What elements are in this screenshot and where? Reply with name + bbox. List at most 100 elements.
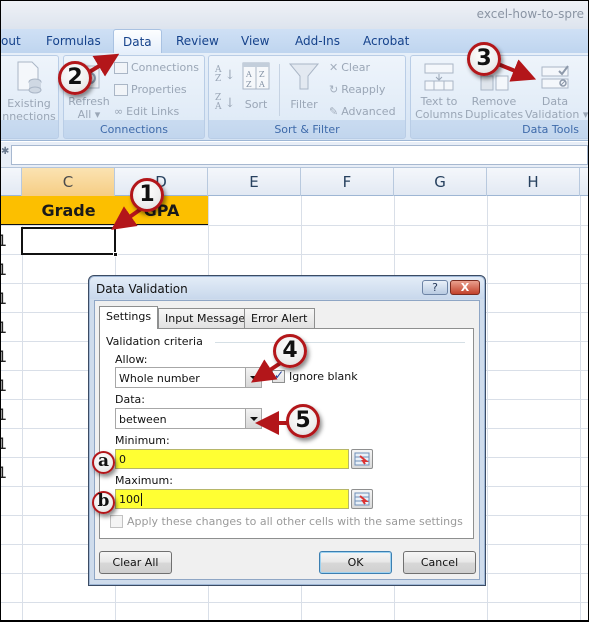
reapply-button[interactable]: ↻ Reapply <box>329 83 385 96</box>
minimum-input[interactable]: 0 <box>115 449 349 469</box>
cancel-button[interactable]: Cancel <box>403 551 476 574</box>
properties-button[interactable]: Properties <box>114 83 187 96</box>
maximum-label: Maximum: <box>115 474 173 487</box>
data-tools-group-label: Data Tools <box>522 123 579 136</box>
sort-icon: A Z Z A <box>242 62 270 90</box>
minimum-range-selector-button[interactable] <box>351 449 373 469</box>
sort-a-z-button[interactable]: A Z ↓ <box>215 66 235 84</box>
text-to-columns-label-2: Columns <box>415 108 463 121</box>
column-header-h[interactable]: H <box>487 168 580 196</box>
minimum-label: Minimum: <box>115 434 170 447</box>
text-to-columns-label-1: Text to <box>420 95 458 108</box>
selected-cell-c2[interactable] <box>21 227 118 257</box>
allow-dropdown[interactable]: Whole number <box>115 367 262 388</box>
maximum-input[interactable]: 100 <box>115 489 349 509</box>
column-header-c[interactable]: C <box>22 168 115 196</box>
sort-z-a-button[interactable]: Z A ↓ <box>215 94 235 112</box>
range-selector-icon <box>354 492 370 506</box>
callout-step-b: b <box>92 491 115 514</box>
sort-filter-group-label: Sort & Filter <box>274 123 340 136</box>
dialog-title-bar[interactable]: Data Validation ? X <box>90 277 484 299</box>
apply-all-label: Apply these changes to all other cells w… <box>127 515 463 528</box>
reapply-icon: ↻ <box>329 83 339 96</box>
callout-step-2: 2 <box>58 61 92 95</box>
properties-icon <box>114 83 128 96</box>
window-title: excel-how-to-spre <box>476 7 584 21</box>
reapply-label: Reapply <box>341 83 386 96</box>
advanced-button[interactable]: ✎ Advanced <box>329 105 396 118</box>
cell-grade-header[interactable]: Grade <box>22 196 115 225</box>
svg-text:A: A <box>245 70 252 79</box>
data-dropdown-arrow-icon[interactable] <box>245 409 261 428</box>
excel-window: excel-how-to-spre out Formulas Data Revi… <box>1 1 588 620</box>
formula-input[interactable] <box>11 145 588 165</box>
tab-acrobat[interactable]: Acrobat <box>363 34 409 48</box>
row-value-fragment: 1 <box>1 463 8 482</box>
data-validation-button[interactable]: Data Validation ▾ <box>525 62 588 121</box>
row-value-fragment: 1 <box>1 347 8 366</box>
maximum-value: 100 <box>119 493 140 506</box>
svg-text:A: A <box>258 80 265 89</box>
filter-button[interactable]: Filter <box>285 61 323 111</box>
sort-filter-divider <box>279 64 280 116</box>
sort-descending-icon: ZA <box>215 93 222 112</box>
ok-button[interactable]: OK <box>319 551 392 574</box>
edit-links-label: Edit Links <box>126 105 180 118</box>
column-headers: C D E F G H <box>1 168 588 196</box>
svg-text:Z: Z <box>246 80 252 89</box>
section-separator <box>215 342 465 343</box>
row-value-fragment: 1 <box>1 318 8 337</box>
column-header-b[interactable] <box>1 168 22 196</box>
column-header-g[interactable]: G <box>394 168 487 196</box>
tab-add-ins[interactable]: Add-Ins <box>295 34 340 48</box>
row-value-fragment: 1 <box>1 434 8 453</box>
sort-button[interactable]: A Z Z A Sort <box>239 61 273 111</box>
row-value-fragment: 1 <box>1 289 8 308</box>
callout-step-a: a <box>92 451 115 474</box>
allow-dropdown-arrow-icon[interactable] <box>245 368 261 387</box>
column-header-e[interactable]: E <box>208 168 301 196</box>
tab-input-message[interactable]: Input Message <box>158 308 253 328</box>
ignore-blank-checkbox[interactable] <box>272 368 285 383</box>
link-icon: ∞ <box>114 105 124 118</box>
tab-formulas[interactable]: Formulas <box>46 34 101 48</box>
data-validation-label-1: Data <box>541 95 569 108</box>
fill-handle[interactable] <box>113 252 118 257</box>
sort-ascending-icon: AZ <box>215 65 222 84</box>
tab-review[interactable]: Review <box>176 34 219 48</box>
edit-links-button[interactable]: ∞ Edit Links <box>114 105 179 118</box>
tab-error-alert[interactable]: Error Alert <box>244 308 315 328</box>
column-header-f[interactable]: F <box>301 168 394 196</box>
row-value-fragment: 1 <box>1 405 8 424</box>
dialog-title: Data Validation <box>96 282 188 296</box>
text-to-columns-button[interactable]: Text to Columns <box>415 62 463 121</box>
help-button[interactable]: ? <box>422 280 448 295</box>
text-cursor <box>141 493 142 506</box>
insert-function-icon[interactable]: ✱ <box>1 146 11 163</box>
clear-button[interactable]: ✕ Clear <box>329 61 370 74</box>
filter-icon <box>288 63 320 90</box>
tab-data[interactable]: Data <box>113 29 162 54</box>
connections-label: Connections <box>131 61 199 74</box>
refresh-all-label-1: Refresh <box>68 95 110 108</box>
tab-settings[interactable]: Settings <box>99 306 159 329</box>
advanced-filter-icon: ✎ <box>329 105 339 118</box>
data-dropdown[interactable]: between <box>115 408 262 429</box>
clear-all-button[interactable]: Clear All <box>99 551 172 574</box>
apply-all-checkbox[interactable] <box>110 515 123 528</box>
data-validation-icon <box>541 65 569 89</box>
tab-view[interactable]: View <box>241 34 269 48</box>
existing-connections-button[interactable]: Existing nnections <box>2 60 56 123</box>
text-to-columns-icon <box>424 63 454 91</box>
range-selector-icon <box>354 452 370 466</box>
close-button[interactable]: X <box>450 280 480 295</box>
maximum-range-selector-button[interactable] <box>351 489 373 509</box>
tab-page-layout[interactable]: out <box>1 34 21 48</box>
data-validation-label-2: Validation ▾ <box>525 108 588 121</box>
existing-connections-icon <box>17 61 42 94</box>
sort-label: Sort <box>244 98 268 111</box>
connections-button[interactable]: Connections <box>114 61 199 74</box>
callout-step-5: 5 <box>286 404 320 438</box>
allow-label: Allow: <box>115 353 148 366</box>
callout-step-4: 4 <box>273 334 307 368</box>
